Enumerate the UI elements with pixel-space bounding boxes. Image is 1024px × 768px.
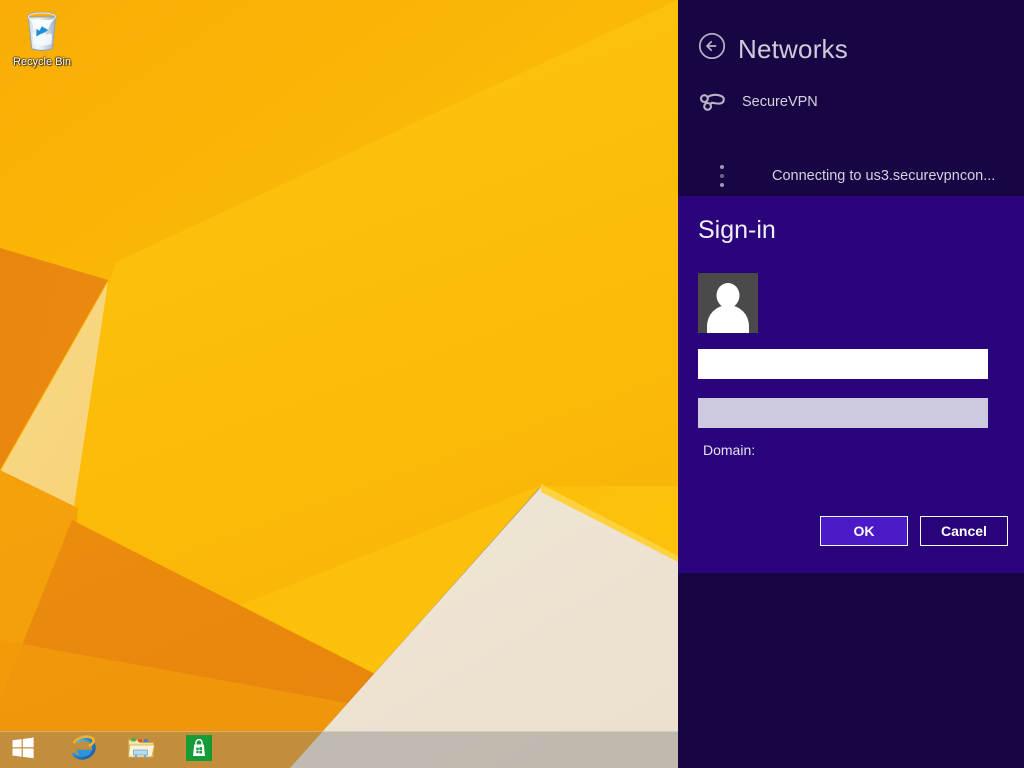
- networks-header: Networks: [698, 32, 848, 65]
- start-button[interactable]: [0, 732, 46, 768]
- desktop-icon-recycle-bin[interactable]: Recycle Bin: [10, 8, 74, 69]
- cancel-button[interactable]: Cancel: [920, 516, 1008, 546]
- windows-store-icon: [186, 735, 212, 766]
- taskbar-item-store[interactable]: [176, 732, 222, 768]
- recycle-bin-label: Recycle Bin: [10, 56, 74, 69]
- recycle-bin-icon: [21, 8, 63, 54]
- user-avatar-icon: [698, 273, 758, 333]
- signin-dialog: Sign-in Domain: OK Cancel: [678, 196, 1024, 573]
- taskbar-item-internet-explorer[interactable]: [60, 732, 106, 768]
- username-input[interactable]: [698, 349, 988, 379]
- screen: Recycle Bin: [0, 0, 1024, 768]
- taskbar[interactable]: [0, 731, 678, 768]
- file-explorer-icon: [126, 734, 156, 767]
- windows-logo-icon: [11, 736, 35, 765]
- signin-title: Sign-in: [698, 216, 776, 245]
- connection-status-row: Connecting to us3.securevpncon...: [698, 160, 1008, 192]
- connection-status-text: Connecting to us3.securevpncon...: [772, 168, 995, 184]
- networks-charm-panel: Networks SecureVPN Connecting to us3.sec…: [678, 0, 1024, 768]
- desktop[interactable]: Recycle Bin: [0, 0, 678, 768]
- taskbar-separator: [46, 736, 48, 764]
- ok-button[interactable]: OK: [820, 516, 908, 546]
- page-title: Networks: [738, 34, 848, 64]
- domain-label: Domain:: [703, 442, 755, 458]
- vpn-connection-icon: [698, 91, 728, 113]
- dialog-button-row: OK Cancel: [820, 516, 1008, 546]
- network-item-label: SecureVPN: [742, 94, 818, 110]
- taskbar-item-file-explorer[interactable]: [118, 732, 164, 768]
- password-input[interactable]: [698, 398, 988, 428]
- internet-explorer-icon: [68, 733, 98, 768]
- avatar-body: [707, 305, 749, 333]
- back-arrow-circle-icon[interactable]: [698, 32, 726, 65]
- network-item-securevpn[interactable]: SecureVPN: [698, 86, 1004, 118]
- progress-dots-icon: [720, 165, 724, 187]
